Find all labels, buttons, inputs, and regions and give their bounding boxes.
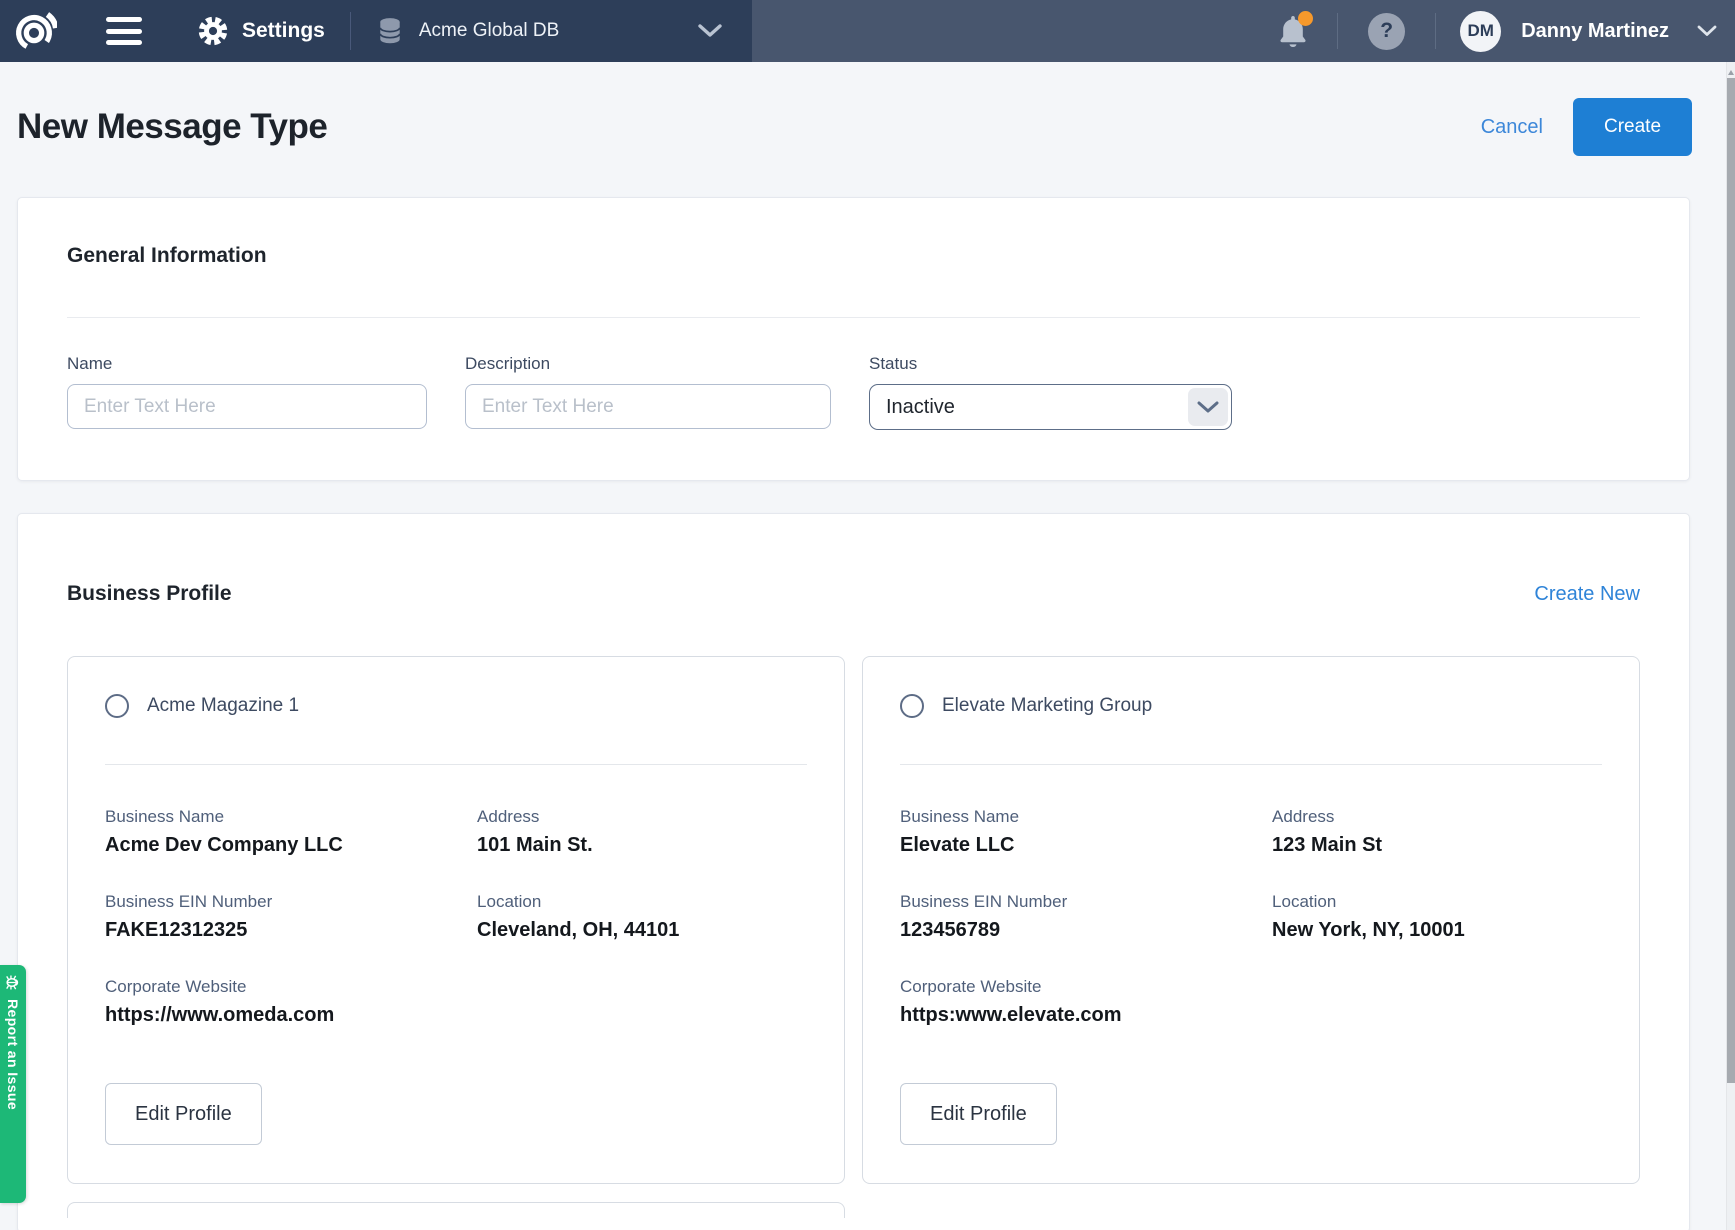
field-ein-number: Business EIN Number 123456789 [900,892,1272,942]
user-menu[interactable]: DM Danny Martinez [1460,11,1725,52]
name-field-group: Name [67,354,427,430]
top-nav-right: ? DM Danny Martinez [752,0,1735,62]
field-value: 123456789 [900,919,1272,942]
business-profile-option-elevate: Elevate Marketing Group Business Name El… [862,656,1640,1184]
chevron-down-icon [1697,25,1717,37]
nav-divider [1337,13,1338,49]
divider [105,764,807,765]
profile-name: Acme Magazine 1 [147,695,299,717]
report-an-issue-tab[interactable]: Report an Issue [0,965,26,1203]
field-corporate-website: Corporate Website https:www.elevate.com [900,977,1272,1027]
hamburger-menu-button[interactable] [106,17,142,45]
field-value: Elevate LLC [900,834,1272,857]
description-input[interactable] [465,384,831,429]
status-select-value: Inactive [886,396,955,419]
business-profile-option-acme: Acme Magazine 1 Business Name Acme Dev C… [67,656,845,1184]
field-value: 101 Main St. [477,834,807,857]
field-label: Business Name [900,807,1272,827]
field-value: https:www.elevate.com [900,1004,1272,1027]
create-new-link[interactable]: Create New [1534,583,1640,606]
field-value: https://www.omeda.com [105,1004,477,1027]
general-information-card: General Information Name Description Sta… [17,197,1690,481]
profile-name: Elevate Marketing Group [942,695,1152,717]
next-profile-card-peek [67,1202,845,1218]
edit-profile-button[interactable]: Edit Profile [900,1083,1057,1145]
name-label: Name [67,354,427,374]
field-location: Location New York, NY, 10001 [1272,892,1602,942]
nav-divider [1435,13,1436,49]
field-label: Address [1272,807,1602,827]
business-profile-title: Business Profile [67,582,232,606]
field-business-name: Business Name Elevate LLC [900,807,1272,857]
gear-icon [197,15,229,47]
profile-radio-button[interactable] [105,694,129,718]
description-field-group: Description [465,354,831,430]
field-label: Business Name [105,807,477,827]
create-button[interactable]: Create [1573,98,1692,156]
field-label: Business EIN Number [900,892,1272,912]
field-value: FAKE12312325 [105,919,477,942]
cancel-button[interactable]: Cancel [1481,116,1543,139]
help-icon[interactable]: ? [1368,13,1405,50]
field-ein-number: Business EIN Number FAKE12312325 [105,892,477,942]
scrollbar-up-arrow[interactable] [1728,70,1734,75]
help-question-mark: ? [1380,19,1393,43]
field-label: Corporate Website [900,977,1272,997]
chevron-down-icon [1188,388,1228,426]
page-header: New Message Type Cancel Create [0,62,1735,156]
description-label: Description [465,354,831,374]
status-field-group: Status Inactive [869,354,1232,430]
general-information-title: General Information [67,244,1640,268]
field-address: Address 101 Main St. [477,807,807,857]
field-label: Location [477,892,807,912]
top-nav-left: Settings Acme Global DB [0,0,752,62]
nav-divider [350,12,351,50]
report-an-issue-label: Report an Issue [5,999,21,1110]
field-label: Location [1272,892,1602,912]
database-selector-value: Acme Global DB [419,20,559,42]
nav-settings-label: Settings [242,19,325,43]
database-selector[interactable]: Acme Global DB [377,17,752,45]
divider [67,317,1640,318]
scrollbar-thumb[interactable] [1727,78,1735,1083]
field-location: Location Cleveland, OH, 44101 [477,892,807,942]
field-corporate-website: Corporate Website https://www.omeda.com [105,977,477,1027]
scrollbar[interactable] [1726,62,1735,1230]
field-value: Acme Dev Company LLC [105,834,477,857]
field-value: New York, NY, 10001 [1272,919,1602,942]
field-label: Business EIN Number [105,892,477,912]
name-input[interactable] [67,384,427,429]
general-information-form: Name Description Status Inactive [67,354,1640,430]
divider [900,764,1602,765]
omeda-logo-icon[interactable] [9,6,59,56]
database-icon [377,17,403,45]
field-label: Address [477,807,807,827]
profile-radio-button[interactable] [900,694,924,718]
status-select[interactable]: Inactive [869,384,1232,430]
field-business-name: Business Name Acme Dev Company LLC [105,807,477,857]
top-nav: Settings Acme Global DB [0,0,1735,62]
avatar: DM [1460,11,1501,52]
field-value: 123 Main St [1272,834,1602,857]
user-name: Danny Martinez [1521,20,1669,43]
notification-badge [1298,11,1313,26]
page-title: New Message Type [17,107,1481,147]
bug-icon [5,974,22,991]
business-profiles-row: Acme Magazine 1 Business Name Acme Dev C… [67,656,1640,1184]
field-value: Cleveland, OH, 44101 [477,919,807,942]
notifications-bell-icon[interactable] [1277,14,1309,48]
chevron-down-icon [698,24,722,38]
edit-profile-button[interactable]: Edit Profile [105,1083,262,1145]
business-profile-card: Business Profile Create New Acme Magazin… [17,513,1690,1230]
status-label: Status [869,354,1232,374]
field-address: Address 123 Main St [1272,807,1602,857]
field-label: Corporate Website [105,977,477,997]
